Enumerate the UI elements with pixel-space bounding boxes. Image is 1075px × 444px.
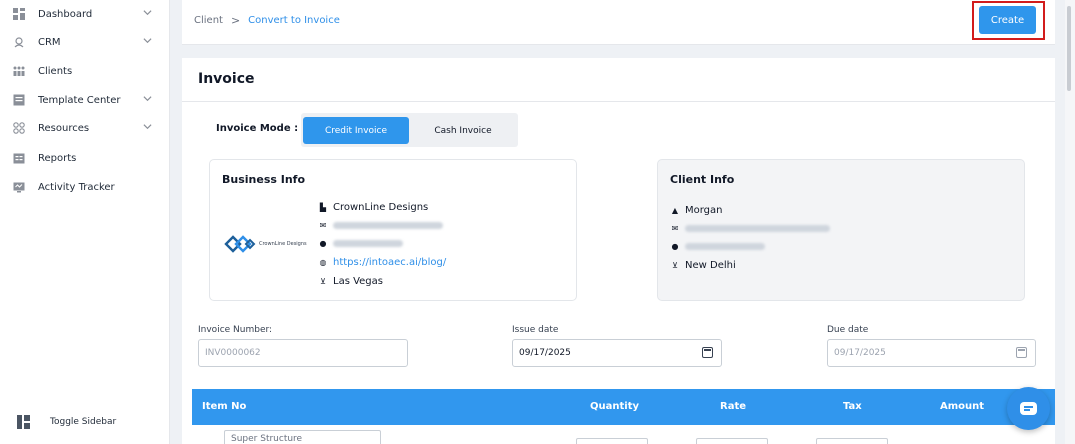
business-phone-line: ● xyxy=(318,239,403,248)
sidebar-item-reports[interactable]: Reports xyxy=(0,144,170,172)
scrollbar-thumb[interactable] xyxy=(1067,6,1071,91)
breadcrumb-separator: > xyxy=(230,14,241,27)
sidebar-item-dashboard[interactable]: Dashboard xyxy=(0,0,170,28)
user-icon: ▲ xyxy=(671,206,679,215)
monitor-icon xyxy=(12,180,26,194)
sidebar-item-label: Activity Tracker xyxy=(38,181,115,193)
client-info-card: Client Info ▲ Morgan ✉ ● ⊻ New Delhi xyxy=(657,159,1025,301)
due-date-label: Due date xyxy=(827,325,869,335)
business-website-line: ◍ https://intoaec.ai/blog/ xyxy=(318,257,447,268)
blurred-email xyxy=(685,225,830,232)
column-rate: Rate xyxy=(720,401,747,412)
chat-icon xyxy=(1020,402,1037,415)
sidebar-item-crm[interactable]: CRM xyxy=(0,28,170,56)
blurred-email xyxy=(333,222,443,229)
sidebar-item-clients[interactable]: Clients xyxy=(0,57,170,85)
client-name: Morgan xyxy=(685,205,723,216)
rate-input[interactable] xyxy=(696,438,768,444)
calendar-icon[interactable] xyxy=(702,347,713,358)
mail-icon: ✉ xyxy=(319,221,327,230)
issue-date-input[interactable]: 09/17/2025 xyxy=(512,339,722,367)
due-date-input[interactable]: 09/17/2025 xyxy=(827,339,1036,367)
grid-icon xyxy=(12,7,26,21)
business-email-line: ✉ xyxy=(318,221,443,230)
invoice-mode-label: Invoice Mode : xyxy=(216,123,299,134)
building-icon: ▙ xyxy=(319,203,327,212)
item-name-input[interactable]: Super Structure xyxy=(224,430,381,444)
business-name-line: ▙ CrownLine Designs xyxy=(318,202,428,213)
breadcrumb-client[interactable]: Client xyxy=(194,15,223,26)
items-table-header: Item No Quantity Rate Tax Amount xyxy=(192,389,1055,425)
breadcrumb: Client > Convert to Invoice xyxy=(194,14,340,27)
toggle-sidebar-label: Toggle Sidebar xyxy=(50,417,117,427)
client-info-title: Client Info xyxy=(670,173,735,186)
client-name-line: ▲ Morgan xyxy=(670,205,723,216)
sidebar-item-label: Clients xyxy=(38,65,73,77)
quantity-input[interactable] xyxy=(576,438,648,444)
sidebar-item-resources[interactable]: Resources xyxy=(0,114,170,142)
business-location-line: ⊻ Las Vegas xyxy=(318,276,383,287)
sidebar-item-template-center[interactable]: Template Center xyxy=(0,86,170,114)
chat-button[interactable] xyxy=(1007,387,1050,430)
calendar-icon[interactable] xyxy=(1016,347,1027,358)
business-location: Las Vegas xyxy=(333,276,383,287)
chevron-down-icon xyxy=(143,124,152,130)
business-website-link[interactable]: https://intoaec.ai/blog/ xyxy=(333,257,446,268)
invoice-number-placeholder: INV0000062 xyxy=(205,348,261,358)
business-info-title: Business Info xyxy=(222,173,306,186)
business-logo: CrownLine Designs xyxy=(224,233,307,255)
cash-invoice-button[interactable]: Cash Invoice xyxy=(413,117,513,144)
breadcrumb-current: Convert to Invoice xyxy=(248,15,340,26)
invoice-mode-toggle: Credit Invoice Cash Invoice xyxy=(301,113,518,147)
sidebar-toggle-icon xyxy=(16,415,30,429)
phone-icon: ● xyxy=(671,242,679,251)
tax-input[interactable] xyxy=(816,438,888,444)
column-item-no: Item No xyxy=(202,401,247,412)
sidebar-item-activity-tracker[interactable]: Activity Tracker xyxy=(0,173,170,201)
location-pin-icon: ⊻ xyxy=(672,261,678,270)
globe-icon: ◍ xyxy=(319,258,327,267)
divider xyxy=(182,101,1055,102)
scrollbar[interactable] xyxy=(1065,0,1075,444)
blurred-phone xyxy=(333,240,403,247)
column-amount: Amount xyxy=(940,401,985,412)
business-logo-text: CrownLine Designs xyxy=(259,241,307,247)
column-tax: Tax xyxy=(843,401,862,412)
invoice-card: Invoice Invoice Mode : Credit Invoice Ca… xyxy=(182,58,1055,444)
client-location-line: ⊻ New Delhi xyxy=(670,260,736,271)
business-info-card: Business Info CrownLine Designs ▙ CrownL… xyxy=(209,159,577,301)
top-bar: Client > Convert to Invoice Create xyxy=(182,0,1055,45)
users-icon xyxy=(12,64,26,78)
issue-date-value: 09/17/2025 xyxy=(519,348,571,358)
chevron-down-icon xyxy=(143,96,152,102)
reports-icon xyxy=(12,151,26,165)
headset-icon xyxy=(12,35,26,49)
issue-date-label: Issue date xyxy=(512,325,559,335)
client-phone-line: ● xyxy=(670,242,765,251)
client-location: New Delhi xyxy=(685,260,736,271)
template-icon xyxy=(12,93,26,107)
crownline-logo-icon xyxy=(224,235,256,253)
location-pin-icon: ⊻ xyxy=(320,277,326,286)
business-name: CrownLine Designs xyxy=(333,202,429,213)
invoice-number-label: Invoice Number: xyxy=(198,325,273,335)
invoice-number-input[interactable]: INV0000062 xyxy=(198,339,408,367)
blurred-phone xyxy=(685,243,765,250)
mail-icon: ✉ xyxy=(671,224,679,233)
sidebar-item-label: Reports xyxy=(38,152,77,164)
page-title: Invoice xyxy=(198,71,255,87)
column-quantity: Quantity xyxy=(590,401,639,412)
create-button[interactable]: Create xyxy=(979,6,1036,34)
credit-invoice-button[interactable]: Credit Invoice xyxy=(303,117,409,144)
toggle-sidebar-button[interactable]: Toggle Sidebar xyxy=(0,408,170,436)
sidebar: Dashboard CRM Clients Template Center Re… xyxy=(0,0,170,444)
chevron-down-icon xyxy=(143,10,152,16)
client-email-line: ✉ xyxy=(670,224,830,233)
phone-icon: ● xyxy=(319,239,327,248)
due-date-placeholder: 09/17/2025 xyxy=(834,348,886,358)
resources-icon xyxy=(12,121,26,135)
chevron-down-icon xyxy=(143,38,152,44)
